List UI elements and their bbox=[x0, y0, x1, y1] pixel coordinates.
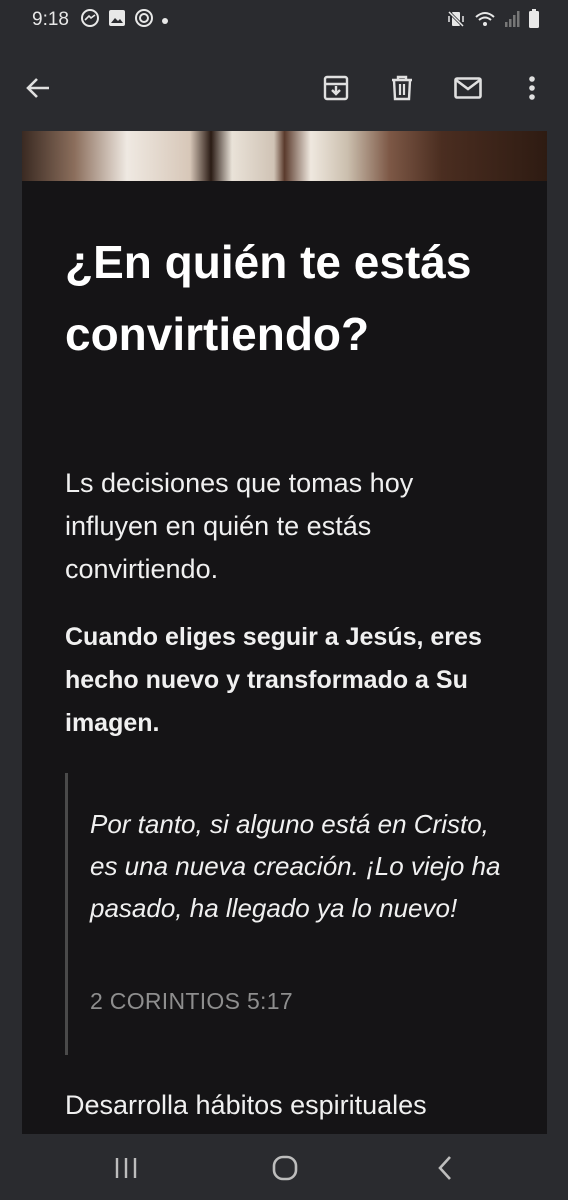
email-toolbar bbox=[0, 44, 568, 132]
email-headline: ¿En quién te estás convirtiendo? bbox=[65, 236, 472, 360]
home-icon[interactable] bbox=[265, 1151, 305, 1185]
battery-icon bbox=[528, 9, 540, 35]
system-icons bbox=[446, 9, 540, 35]
status-bar: 9:18 bbox=[0, 0, 568, 44]
mark-unread-icon[interactable] bbox=[446, 66, 490, 110]
system-nav-bar bbox=[0, 1134, 568, 1200]
recent-apps-icon[interactable] bbox=[106, 1151, 146, 1185]
vibrate-icon bbox=[446, 9, 466, 35]
back-arrow-icon[interactable] bbox=[16, 66, 60, 110]
status-time: 9:18 bbox=[32, 9, 69, 30]
signal-icon bbox=[504, 10, 520, 34]
habits-paragraph: Desarrolla hábitos espirituales bbox=[65, 1090, 427, 1120]
notification-icons bbox=[80, 8, 168, 34]
messenger-icon bbox=[80, 8, 100, 34]
email-body: ¿En quién te estás convirtiendo? Ls deci… bbox=[22, 131, 547, 1134]
archive-icon[interactable] bbox=[314, 66, 358, 110]
back-icon[interactable] bbox=[425, 1151, 465, 1185]
data-saver-icon bbox=[134, 8, 154, 34]
delete-icon[interactable] bbox=[380, 66, 424, 110]
header-image bbox=[22, 131, 547, 181]
intro-paragraph: Ls decisiones que tomas hoy influyen en … bbox=[65, 468, 414, 584]
scripture-quote: Por tanto, si alguno está en Cristo, es … bbox=[65, 773, 508, 1055]
more-notifications-dot bbox=[162, 18, 168, 24]
quote-reference: 2 CORINTIOS 5:17 bbox=[90, 988, 293, 1014]
more-options-icon[interactable] bbox=[510, 66, 554, 110]
wifi-icon bbox=[474, 10, 496, 34]
gallery-icon bbox=[108, 9, 126, 33]
highlight-paragraph: Cuando eliges seguir a Jesús, eres hecho… bbox=[65, 623, 482, 737]
quote-text: Por tanto, si alguno está en Cristo, es … bbox=[90, 809, 501, 923]
